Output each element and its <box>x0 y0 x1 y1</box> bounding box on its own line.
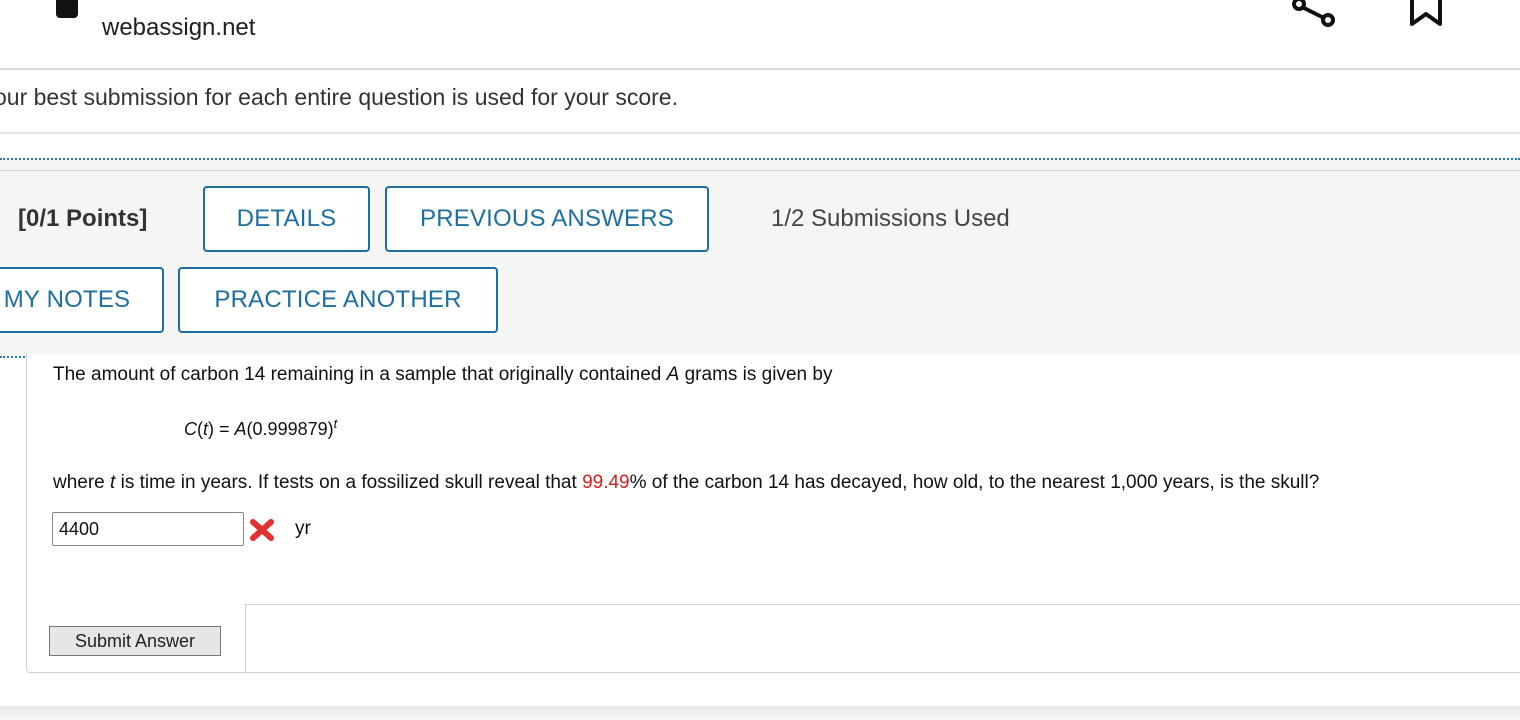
my-notes-button[interactable]: MY NOTES <box>0 267 164 333</box>
submissions-used-label: 1/2 Submissions Used <box>771 205 1010 232</box>
divider <box>245 604 1520 605</box>
points-label: [0/1 Points] <box>18 205 148 232</box>
domain-label: webassign.net <box>102 14 256 41</box>
submit-answer-button[interactable]: Submit Answer <box>49 626 221 656</box>
question-intro: The amount of carbon 14 remaining in a s… <box>53 364 833 385</box>
practice-another-button[interactable]: PRACTICE ANOTHER <box>178 267 498 333</box>
bottom-bar <box>0 706 1520 720</box>
divider <box>0 170 1520 171</box>
unit-label: yr <box>295 518 311 539</box>
formula: C(t) = A(0.999879)t <box>184 416 338 439</box>
question-prompt: where t is time in years. If tests on a … <box>53 472 1320 493</box>
score-notice: our best submission for each entire ques… <box>0 84 678 110</box>
divider <box>0 132 1520 134</box>
question-header-panel: [0/1 Points] DETAILS PREVIOUS ANSWERS 1/… <box>0 158 1520 358</box>
incorrect-x-icon <box>250 519 274 541</box>
share-icon[interactable] <box>1290 0 1340 32</box>
bookmark-icon[interactable] <box>1408 0 1448 30</box>
details-button[interactable]: DETAILS <box>203 186 370 252</box>
lock-icon <box>56 0 78 18</box>
divider <box>245 604 246 672</box>
browser-top-bar: webassign.net <box>0 0 1520 70</box>
answer-input[interactable] <box>52 512 244 546</box>
highlighted-value: 99.49 <box>582 472 630 493</box>
previous-answers-button[interactable]: PREVIOUS ANSWERS <box>385 186 709 252</box>
question-body: The amount of carbon 14 remaining in a s… <box>26 354 1520 673</box>
